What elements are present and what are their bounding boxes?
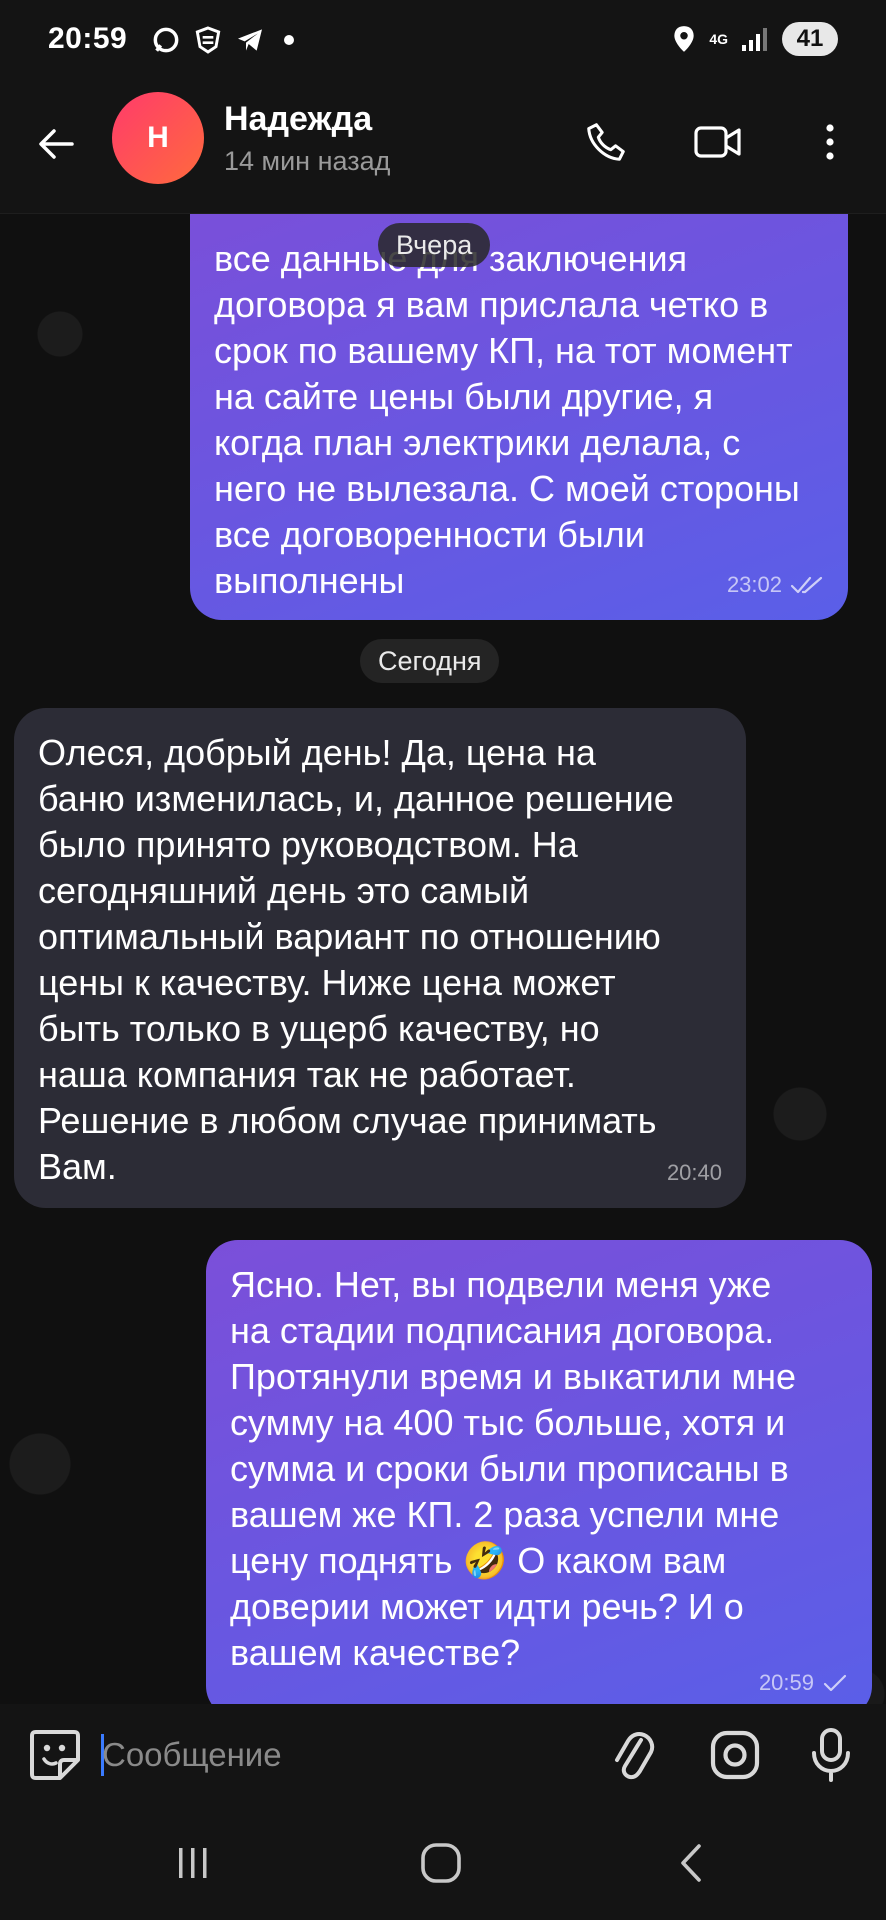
- microphone-icon: [812, 1728, 850, 1782]
- status-time: 20:59: [48, 22, 128, 55]
- sticker-icon: [30, 1730, 80, 1780]
- back-button[interactable]: [28, 116, 84, 172]
- chat-header: Н Надежда 14 мин назад: [0, 88, 886, 214]
- location-icon: [674, 26, 694, 52]
- composer: [0, 1704, 886, 1806]
- message-time: 20:40: [666, 1160, 722, 1185]
- avatar[interactable]: Н: [112, 92, 204, 184]
- chat-bubble-icon: [153, 27, 179, 53]
- message-text: все данные для заключения договора я вам…: [214, 238, 800, 601]
- contact-name[interactable]: Надежда: [224, 100, 372, 139]
- home-button[interactable]: [411, 1836, 471, 1890]
- home-icon: [421, 1843, 461, 1883]
- video-camera-icon: [694, 126, 741, 158]
- message-meta: 20:59: [759, 1660, 848, 1704]
- message-meta: 23:02: [727, 562, 824, 608]
- more-notifications-dot: [284, 35, 294, 45]
- sticker-button[interactable]: [26, 1726, 84, 1784]
- camera-icon: [710, 1730, 760, 1780]
- date-separator-yesterday: Вчера: [378, 223, 491, 267]
- back-arrow-icon: [39, 129, 74, 159]
- system-navigation-bar: [0, 1806, 886, 1920]
- recents-button[interactable]: [163, 1836, 223, 1890]
- message-time: 23:02: [726, 572, 782, 597]
- last-seen-status: 14 мин назад: [224, 146, 391, 176]
- telegram-icon: [238, 29, 262, 51]
- date-separator-today: Сегодня: [360, 639, 500, 683]
- message-input[interactable]: [102, 1728, 582, 1782]
- status-bar: 20:59 4G 41: [0, 0, 886, 88]
- notification-icons: [150, 24, 294, 56]
- message-time: 20:59: [758, 1670, 814, 1695]
- more-options-button[interactable]: [800, 112, 860, 172]
- recents-icon: [179, 1848, 207, 1878]
- phone-icon: [587, 123, 625, 161]
- network-type: 4G: [709, 31, 728, 47]
- single-check-icon: [823, 1674, 847, 1692]
- status-right: 4G 41: [671, 22, 838, 56]
- message-outgoing[interactable]: все данные для заключения договора я вам…: [190, 214, 848, 620]
- message-incoming[interactable]: Олеся, добрый день! Да, цена на баню изм…: [14, 708, 746, 1208]
- battery-level: 41: [782, 22, 838, 56]
- more-vertical-icon: [826, 124, 834, 160]
- system-back-button[interactable]: [660, 1836, 720, 1890]
- shield-app-icon: [195, 26, 221, 54]
- call-button[interactable]: [576, 112, 636, 172]
- paperclip-icon: [615, 1731, 655, 1780]
- message-list[interactable]: все данные для заключения договора я вам…: [0, 214, 886, 1704]
- signal-icon: [742, 28, 767, 51]
- voice-message-button[interactable]: [800, 1724, 862, 1786]
- video-call-button[interactable]: [688, 112, 748, 172]
- attach-button[interactable]: [602, 1724, 664, 1786]
- message-meta: 20:40: [667, 1150, 722, 1196]
- message-text: Ясно. Нет, вы подвели меня уже на стадии…: [230, 1264, 796, 1673]
- message-outgoing[interactable]: Ясно. Нет, вы подвели меня уже на стадии…: [206, 1240, 872, 1704]
- double-check-icon: [790, 576, 823, 594]
- camera-button[interactable]: [704, 1724, 766, 1786]
- message-text: Олеся, добрый день! Да, цена на баню изм…: [38, 732, 674, 1187]
- back-nav-icon: [681, 1844, 701, 1882]
